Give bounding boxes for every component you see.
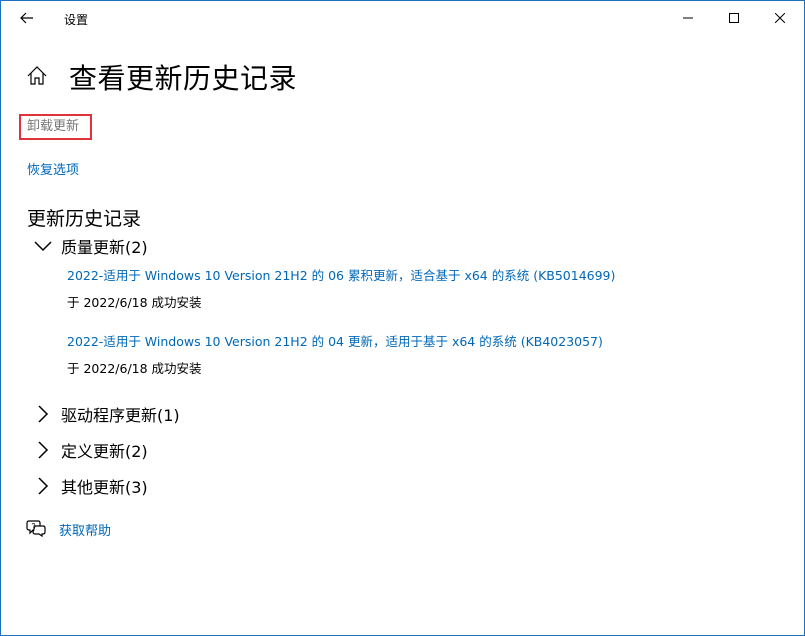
svg-text:?: ? xyxy=(32,523,36,530)
maximize-icon xyxy=(729,13,739,23)
window-title: 设置 xyxy=(64,13,89,27)
uninstall-updates-link[interactable]: 卸载更新 xyxy=(19,114,92,140)
group-label: 驱动程序更新(1) xyxy=(61,406,180,425)
close-button[interactable] xyxy=(757,1,803,35)
help-icon-wrap[interactable]: ? xyxy=(26,519,46,538)
update-item-status: 于 2022/6/18 成功安装 xyxy=(67,295,202,310)
close-icon xyxy=(775,13,785,23)
chevron-right-icon xyxy=(38,477,49,495)
settings-window: 设置 查看更新历史记录 卸载更新 恢复选项 更新历史记录 质量更新(2) 202… xyxy=(0,0,805,636)
update-item-link[interactable]: 2022-适用于 Windows 10 Version 21H2 的 06 累积… xyxy=(67,265,615,284)
home-button[interactable] xyxy=(26,65,48,87)
maximize-button[interactable] xyxy=(711,1,757,35)
group-driver-updates[interactable]: 驱动程序更新(1) xyxy=(33,402,180,426)
group-label: 定义更新(2) xyxy=(61,442,148,461)
back-arrow-icon xyxy=(20,12,33,24)
update-history-heading: 更新历史记录 xyxy=(27,208,142,230)
back-button[interactable] xyxy=(13,7,41,29)
get-help-link[interactable]: 获取帮助 xyxy=(59,520,111,539)
update-item-link[interactable]: 2022-适用于 Windows 10 Version 21H2 的 04 更新… xyxy=(67,331,603,350)
group-label: 质量更新(2) xyxy=(61,238,148,257)
title-bar: 设置 xyxy=(1,1,804,35)
group-label: 其他更新(3) xyxy=(61,478,148,497)
page-title: 查看更新历史记录 xyxy=(69,62,298,95)
home-icon xyxy=(27,66,47,85)
update-item-status: 于 2022/6/18 成功安装 xyxy=(67,361,202,376)
chevron-down-icon xyxy=(34,241,52,252)
group-definition-updates[interactable]: 定义更新(2) xyxy=(33,438,148,462)
help-chat-icon: ? xyxy=(26,520,46,538)
chevron-right-icon xyxy=(38,405,49,423)
group-quality-updates[interactable]: 质量更新(2) xyxy=(33,234,148,258)
chevron-right-icon xyxy=(38,441,49,459)
minimize-icon xyxy=(683,17,693,19)
recovery-options-link[interactable]: 恢复选项 xyxy=(27,159,79,178)
group-other-updates[interactable]: 其他更新(3) xyxy=(33,474,148,498)
minimize-button[interactable] xyxy=(665,1,711,35)
